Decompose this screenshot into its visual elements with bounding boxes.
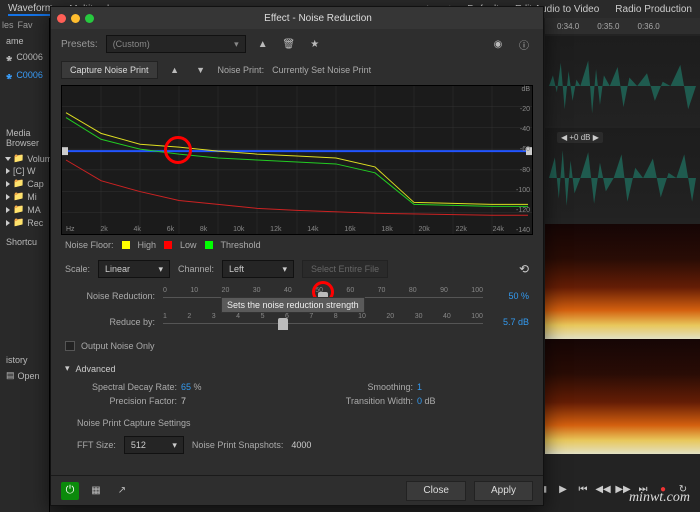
legend-threshold: Threshold (221, 240, 261, 250)
select-entire-file-button[interactable]: Select Entire File (302, 260, 388, 278)
presets-label: Presets: (61, 39, 98, 50)
tree-item[interactable]: 📁Cap (0, 177, 49, 190)
chevron-down-icon: ▾ (283, 264, 288, 275)
maximize-window-icon[interactable] (85, 14, 94, 23)
apply-button[interactable]: Apply (474, 481, 533, 501)
capture-noise-print-button[interactable]: Capture Noise Print (61, 61, 158, 79)
dialog-titlebar[interactable]: Effect - Noise Reduction (51, 7, 543, 29)
effect-power-button[interactable]: ⏻ (61, 482, 79, 500)
waveform-shape (549, 61, 696, 114)
legend-high-swatch (122, 241, 130, 249)
waveform-top[interactable] (545, 36, 700, 126)
tree-volumes[interactable]: 📁Volume: (0, 152, 49, 165)
slider-thumb[interactable] (278, 318, 288, 330)
noise-print-label: Noise Print: (218, 65, 265, 75)
column-name: ame (0, 32, 49, 50)
noise-reduction-value[interactable]: 50 % (491, 291, 529, 301)
close-window-icon[interactable] (57, 14, 66, 23)
scale-label: Scale: (65, 264, 90, 274)
close-button[interactable]: Close (406, 481, 466, 501)
output-noise-label: Output Noise Only (81, 341, 155, 351)
save-preset-button[interactable]: ▲ (254, 35, 272, 53)
save-noiseprint-icon[interactable]: ▲ (166, 61, 184, 79)
transition-label: Transition Width: (313, 396, 413, 406)
mode-waveform[interactable]: Waveform (8, 3, 53, 16)
spectrogram[interactable] (545, 224, 700, 454)
reduce-by-slider[interactable]: 1234567810203040100 (163, 313, 483, 331)
precision-value[interactable]: 7 (181, 396, 186, 406)
smoothing-value[interactable]: 1 (417, 382, 422, 392)
spectral-decay-value[interactable]: 65 (181, 382, 191, 392)
reset-icon[interactable]: ⟲ (519, 262, 529, 276)
left-panel: les Fav ame 🞴C0006 🞴C0006 Media Browser … (0, 18, 50, 512)
noise-floor-label: Noise Floor: (65, 240, 114, 250)
tree-item[interactable]: 📁Mi (0, 190, 49, 203)
delete-preset-button[interactable]: 🗑 (280, 35, 298, 53)
watermark-text: minwt.com (629, 490, 690, 506)
waveform-shape (549, 150, 696, 206)
annotation-circle (164, 136, 192, 164)
channel-label: Channel: (178, 264, 214, 274)
workspace-radio[interactable]: Radio Production (615, 4, 692, 15)
precision-label: Precision Factor: (77, 396, 177, 406)
file-item[interactable]: 🞴C0006 (0, 68, 49, 86)
fft-size-label: FFT Size: (77, 440, 116, 450)
legend-low: Low (180, 240, 197, 250)
y-axis-labels: dB-20-40-60-80-100-120-140 (516, 86, 530, 234)
channel-dropdown[interactable]: Left▾ (222, 260, 294, 278)
panel-history[interactable]: istory (0, 351, 49, 369)
legend-high: High (138, 240, 157, 250)
panel-media-browser[interactable]: Media Browser (0, 124, 49, 152)
snapshots-label: Noise Print Snapshots: (192, 440, 284, 450)
smoothing-label: Smoothing: (313, 382, 413, 392)
legend-low-swatch (164, 241, 172, 249)
np-capture-settings-label: Noise Print Capture Settings (51, 414, 543, 432)
spectral-decay-label: Spectral Decay Rate: (77, 382, 177, 392)
info-button[interactable]: ⓘ (515, 35, 533, 53)
noise-reduction-dialog: Effect - Noise Reduction Presets: (Custo… (50, 6, 544, 506)
chevron-down-icon: ▾ (234, 39, 239, 50)
panel-shortcuts[interactable]: Shortcu (0, 233, 49, 251)
fft-size-dropdown[interactable]: 512▾ (124, 436, 184, 454)
tab-favorites[interactable]: Fav (18, 20, 33, 30)
threshold-handle-left (62, 147, 68, 155)
waveform-main[interactable]: ◀ +0 dB ▶ (545, 128, 700, 218)
chevron-down-icon: ▾ (158, 264, 163, 275)
chevron-down-icon: ▾ (65, 363, 70, 374)
tree-item[interactable]: 📁MA (0, 203, 49, 216)
forward-button[interactable]: ▶▶ (616, 482, 630, 496)
timeline-ruler[interactable]: 0:34.00:35.00:36.0 (545, 18, 700, 34)
advanced-toggle[interactable]: ▾ Advanced (51, 357, 543, 380)
reduce-by-value[interactable]: 5.7 dB (491, 317, 529, 327)
noise-print-value: Currently Set Noise Print (272, 65, 371, 75)
legend-threshold-swatch (205, 241, 213, 249)
editor-panel: 0:34.00:35.00:36.0 ◀ +0 dB ▶ ◼ ▶ ⏮ (545, 18, 700, 512)
play-button[interactable]: ▶ (556, 482, 570, 496)
snapshots-value[interactable]: 4000 (291, 440, 311, 450)
load-noiseprint-icon[interactable]: ▼ (192, 61, 210, 79)
preview-editor-icon[interactable]: ▦ (87, 482, 105, 500)
export-icon[interactable]: ↗ (113, 482, 131, 500)
chevron-down-icon: ▾ (172, 440, 177, 451)
slider-tooltip: Sets the noise reduction strength (221, 297, 365, 313)
tab-files[interactable]: les (2, 20, 14, 30)
rewind-button[interactable]: ◀◀ (596, 482, 610, 496)
preview-toggle-button[interactable]: ◉ (489, 35, 507, 53)
output-noise-checkbox[interactable] (65, 341, 75, 351)
tree-item[interactable]: 📁Rec (0, 216, 49, 229)
history-open-item[interactable]: ▤Open (0, 369, 49, 382)
noise-floor-graph[interactable]: dB-20-40-60-80-100-120-140 Hz2k4k6k8k10k… (61, 85, 533, 235)
dialog-title: Effect - Noise Reduction (99, 13, 537, 24)
minimize-window-icon[interactable] (71, 14, 80, 23)
tree-item[interactable]: [C] W (0, 165, 49, 177)
noise-reduction-label: Noise Reduction: (65, 291, 155, 301)
x-axis-labels: Hz2k4k6k8k10k12k14k16k18k20k22k24k (62, 226, 508, 233)
skip-back-button[interactable]: ⏮ (576, 482, 590, 496)
favorite-button[interactable]: ★ (306, 35, 324, 53)
scale-dropdown[interactable]: Linear▾ (98, 260, 170, 278)
transition-value[interactable]: 0 (417, 396, 422, 406)
reduce-by-label: Reduce by: (65, 317, 155, 327)
presets-dropdown[interactable]: (Custom)▾ (106, 35, 246, 53)
file-item[interactable]: 🞴C0006 (0, 50, 49, 68)
